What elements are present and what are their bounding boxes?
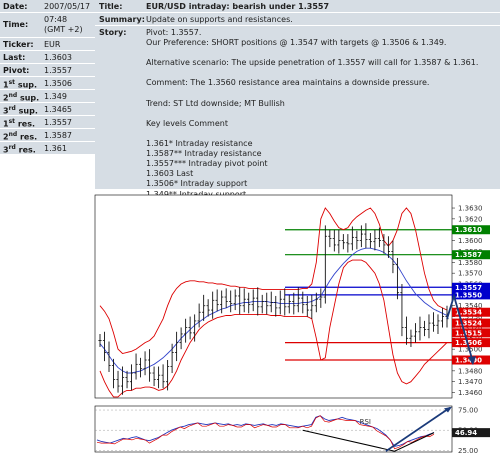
story-line: 1.3587** Intraday resistance xyxy=(146,149,262,159)
story-line: Key levels Comment xyxy=(146,118,228,128)
story-line: 1.3506* Intraday support xyxy=(146,179,248,189)
story-gap xyxy=(146,48,478,58)
story-panel: Title: EUR/USD intraday: bearish under 1… xyxy=(95,0,500,209)
level-tag-label: 1.3550 xyxy=(455,291,482,299)
story-line: Our Preference: SHORT positions @ 1.3547… xyxy=(146,38,447,48)
info-value: 1.3465 xyxy=(44,105,72,114)
story-line: 1.3603 Last xyxy=(146,169,194,179)
title-row: Title: EUR/USD intraday: bearish under 1… xyxy=(95,0,500,13)
y-tick-label: 1.3570 xyxy=(458,270,483,278)
info-panel: Date: 2007/05/17 Time: 07:48 (GMT +2) Ticker:… xyxy=(0,0,95,175)
summary-text: Update on supports and resistances. xyxy=(146,15,293,24)
y-tick-label: 1.3620 xyxy=(458,215,483,223)
rsi-last-label: 46.94 xyxy=(455,429,477,437)
story-line: 1.361* Intraday resistance xyxy=(146,139,253,149)
ordinal-suffix: st xyxy=(8,118,16,125)
summary-label: Summary: xyxy=(99,15,145,24)
rsi-tick-label: 75.00 xyxy=(458,407,478,415)
title-label: Title: xyxy=(99,2,123,11)
ordinal-suffix: st xyxy=(8,79,16,86)
info-key: Time: xyxy=(3,20,29,29)
ordinal-suffix: nd xyxy=(8,92,18,99)
level-tag-label: 1.3610 xyxy=(455,226,482,234)
info-value: 1.361 xyxy=(44,144,67,153)
info-row: Date: 2007/05/17 xyxy=(0,0,95,13)
y-tick-label: 1.3480 xyxy=(458,367,483,375)
story-gap xyxy=(146,109,478,119)
y-tick-label: 1.3630 xyxy=(458,205,483,213)
ordinal-suffix: nd xyxy=(8,131,18,138)
y-tick-label: 1.3460 xyxy=(458,389,483,397)
info-value: 1.349 xyxy=(44,92,67,101)
info-row: 3rd res. 1.361 xyxy=(0,142,95,155)
info-key: 2nd res. xyxy=(3,131,38,142)
ordinal-suffix: rd xyxy=(8,105,16,112)
info-value: 07:48 (GMT +2) xyxy=(44,15,83,34)
story-line: Trend: ST Ltd downside; MT Bullish xyxy=(146,98,285,108)
info-row: Last: 1.3603 xyxy=(0,51,95,64)
story-line: Comment: The 1.3560 resistance area main… xyxy=(146,78,430,88)
info-key: 1st sup. xyxy=(3,79,38,90)
info-key: 3rd sup. xyxy=(3,105,38,116)
info-value: 1.3557 xyxy=(44,118,72,127)
price-tag-label: 1.3515 xyxy=(455,329,482,337)
info-row: 1st res. 1.3557 xyxy=(0,116,95,129)
story-line: Alternative scenario: The upside penetra… xyxy=(146,58,479,68)
info-key: 2nd sup. xyxy=(3,92,40,103)
ordinal-suffix: rd xyxy=(8,144,16,151)
story-gap xyxy=(146,129,478,139)
info-row: Pivot: 1.3557 xyxy=(0,64,95,77)
info-key: Last: xyxy=(3,53,26,62)
info-key: 1st res. xyxy=(3,118,35,129)
info-value: 1.3603 xyxy=(44,53,72,62)
info-key: Date: xyxy=(3,2,28,11)
summary-row: Summary: Update on supports and resistan… xyxy=(95,13,500,26)
info-row: Time: 07:48 (GMT +2) xyxy=(0,13,95,38)
page-title: EUR/USD intraday: bearish under 1.3557 xyxy=(146,2,330,11)
y-tick-label: 1.3600 xyxy=(458,237,483,245)
rsi-plot-frame xyxy=(94,405,453,453)
info-value: 2007/05/17 xyxy=(44,2,91,11)
story-line: 1.3557*** Intraday pivot point xyxy=(146,159,268,169)
info-row: 1st sup. 1.3506 xyxy=(0,77,95,90)
rsi-title: RSI xyxy=(360,418,371,426)
info-row: 3rd sup. 1.3465 xyxy=(0,103,95,116)
info-value: EUR xyxy=(44,40,61,49)
info-row: 2nd res. 1.3587 xyxy=(0,129,95,142)
info-row: Ticker: EUR xyxy=(0,38,95,51)
story-line: Pivot: 1.3557. xyxy=(146,28,202,37)
story-text: Pivot: 1.3557. Our Preference: SHORT posi… xyxy=(146,28,478,210)
y-tick-label: 1.3470 xyxy=(458,378,483,386)
story-label: Story: xyxy=(99,28,127,37)
price-chart-area: 1.36301.36201.36101.36001.35901.35801.35… xyxy=(0,190,500,455)
story-gap xyxy=(146,89,478,99)
info-value: 1.3587 xyxy=(44,131,72,140)
rsi-tick-label: 25.00 xyxy=(458,447,478,455)
info-value: 1.3557 xyxy=(44,66,72,75)
level-tag-label: 1.3587 xyxy=(455,251,482,259)
info-key: Ticker: xyxy=(3,40,34,49)
info-key: Pivot: xyxy=(3,66,30,75)
price-tag-label: 1.3524 xyxy=(455,320,482,328)
y-tick-label: 1.3580 xyxy=(458,259,483,267)
info-value: 1.3506 xyxy=(44,79,72,88)
story-row: Story: Pivot: 1.3557. Our Preference: SHO… xyxy=(95,26,500,209)
info-key: 3rd res. xyxy=(3,144,36,155)
info-row: 2nd sup. 1.349 xyxy=(0,90,95,103)
story-gap xyxy=(146,68,478,78)
price-chart: 1.36301.36201.36101.36001.35901.35801.35… xyxy=(94,194,490,455)
